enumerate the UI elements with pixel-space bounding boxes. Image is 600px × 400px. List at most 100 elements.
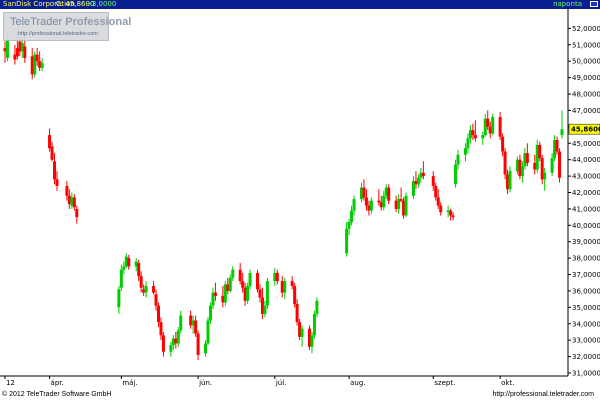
- candle-body: [159, 322, 163, 336]
- candle-body: [404, 195, 408, 216]
- y-tick-label: 34,0000: [572, 320, 600, 328]
- candle-body: [156, 305, 160, 323]
- footer-url[interactable]: http://professional.teletrader.com: [492, 389, 594, 400]
- candle-body: [144, 286, 148, 293]
- candle-body: [194, 320, 198, 334]
- candle-body: [228, 277, 232, 291]
- candle-body: [466, 138, 470, 149]
- candle-body: [265, 281, 269, 306]
- candle-body: [503, 151, 507, 175]
- candle-body: [137, 263, 141, 277]
- candle-body: [72, 197, 76, 208]
- candle-body: [169, 345, 173, 352]
- candle-body: [213, 292, 217, 296]
- candle-body: [471, 130, 475, 136]
- candle-body: [196, 333, 200, 355]
- candle-body: [364, 197, 368, 206]
- candle-body: [258, 289, 262, 298]
- candle-body: [382, 195, 386, 208]
- candle-body: [238, 269, 242, 282]
- candle-body: [23, 46, 27, 58]
- candle-body: [352, 199, 356, 211]
- y-tick-label: 40,0000: [572, 222, 600, 230]
- x-tick-label: ápr.: [51, 379, 64, 387]
- footer: © 2012 TeleTrader Software GmbH http://p…: [0, 389, 600, 400]
- candle-body: [543, 172, 547, 180]
- candle-body: [5, 39, 9, 58]
- candle-body: [449, 210, 453, 216]
- y-tick-label: 43,0000: [572, 173, 600, 181]
- candle-body: [310, 335, 314, 347]
- y-tick-label: 32,0000: [572, 353, 600, 361]
- candle-body: [312, 313, 316, 336]
- candle-body: [208, 305, 212, 321]
- candle-body: [206, 320, 210, 344]
- candle-body: [473, 135, 477, 139]
- candle-body: [555, 139, 559, 152]
- y-tick-label: 50,0000: [572, 58, 600, 66]
- candle-body: [179, 315, 183, 331]
- y-tick-label: 36,0000: [572, 287, 600, 295]
- candle-body: [463, 148, 467, 155]
- x-tick-label: okt.: [501, 379, 514, 387]
- y-tick-label: 42,0000: [572, 189, 600, 197]
- price-change: +3,0000: [86, 0, 117, 8]
- candle-body: [161, 335, 165, 352]
- y-tick-label: 51,0000: [572, 41, 600, 49]
- candle-body: [387, 187, 391, 201]
- candle-body: [508, 171, 512, 190]
- x-tick-label: szept.: [434, 379, 455, 387]
- candle-body: [241, 281, 245, 288]
- candle-body: [256, 272, 260, 290]
- candle-body: [117, 289, 121, 308]
- candle-body: [481, 135, 485, 139]
- y-tick-label: 48,0000: [572, 91, 600, 99]
- candle-body: [436, 197, 440, 206]
- candle-body: [345, 228, 349, 254]
- x-tick-label: máj.: [122, 379, 137, 387]
- candle-body: [231, 269, 235, 278]
- candle-body: [486, 118, 490, 127]
- candle-body: [362, 187, 366, 198]
- candle-body: [456, 154, 460, 165]
- candle-body: [399, 199, 403, 201]
- candle-body: [498, 117, 502, 137]
- y-tick-label: 47,0000: [572, 107, 600, 115]
- teletrader-logo: TeleTrader Professional http://professio…: [3, 12, 131, 41]
- title-bar: SanDisk Corporation C: 45,8600 +3,0000 n…: [0, 0, 600, 9]
- candle-body: [290, 281, 294, 287]
- period-label[interactable]: napontа: [553, 0, 582, 9]
- candle-body: [275, 272, 279, 282]
- candle-body: [369, 200, 373, 211]
- candle-body: [439, 205, 443, 213]
- chart-area[interactable]: 31,0000 32,0000 33,0000 34,0000 35,0000 36,00…: [0, 9, 600, 400]
- price-chart[interactable]: 31,0000 32,0000 33,0000 34,0000 35,0000 36,00…: [0, 9, 600, 400]
- y-tick-label: 41,0000: [572, 205, 600, 213]
- y-tick-label: 45,0000: [572, 140, 600, 148]
- candle-body: [434, 185, 438, 198]
- logo-brand-prefix: TeleTrader: [10, 16, 63, 28]
- candle-body: [347, 222, 351, 229]
- y-tick-label: 44,0000: [572, 156, 600, 164]
- candle-body: [154, 294, 158, 306]
- candle-body: [501, 136, 505, 152]
- x-tick-label: 12: [6, 379, 15, 387]
- candle-body: [454, 164, 458, 185]
- y-tick-label: 33,0000: [572, 337, 600, 345]
- x-tick-label: aug.: [350, 379, 365, 387]
- candle-body: [431, 176, 435, 186]
- candle-body: [127, 258, 131, 267]
- candle-body: [139, 276, 143, 288]
- candle-body: [525, 153, 529, 163]
- candle-body: [40, 62, 44, 68]
- candle-body: [48, 135, 52, 149]
- candle-body: [560, 129, 564, 136]
- candle-body: [550, 158, 554, 173]
- y-tick-label: 37,0000: [572, 271, 600, 279]
- candle-body: [65, 185, 69, 196]
- candle-body: [520, 166, 524, 177]
- y-tick-label: 38,0000: [572, 255, 600, 263]
- logo-brand: TeleTrader Professional: [10, 16, 131, 28]
- window-icon[interactable]: [590, 1, 598, 7]
- candle-body: [451, 215, 455, 218]
